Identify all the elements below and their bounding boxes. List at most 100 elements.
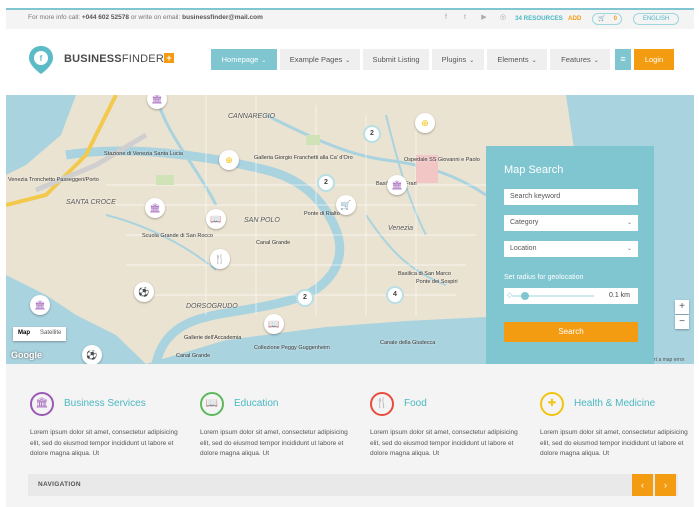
prev-arrow-button[interactable]: ‹ [632, 474, 653, 496]
medkit-icon: ✚ [540, 392, 564, 416]
map-label: Venezia [388, 225, 414, 232]
nav-example-pages[interactable]: Example Pages ⌄ [280, 49, 360, 70]
map-pin-business[interactable]: 🏛 [30, 295, 50, 315]
map-pin-health[interactable]: ⊕ [219, 150, 239, 170]
nav-submit-listing[interactable]: Submit Listing [363, 49, 429, 70]
map-label: Ospedale SS Giovanni e Paolo [404, 157, 480, 163]
chevron-down-icon: ⌄ [469, 58, 475, 64]
cutlery-icon: 🍴 [370, 392, 394, 416]
map-label: CANNAREGIO [228, 113, 276, 120]
cart-icon: 🛒 [598, 16, 606, 22]
chevron-down-icon: ⌄ [345, 58, 351, 64]
next-arrow-button[interactable]: › [655, 474, 676, 496]
map-view[interactable]: Stazione di Venezia Santa Lucia Venezia … [6, 95, 694, 364]
nav-features[interactable]: Features ⌄ [550, 49, 610, 70]
nav-plugins[interactable]: Plugins ⌄ [432, 49, 484, 70]
map-cluster[interactable]: 2 [363, 125, 381, 143]
login-button[interactable]: Login [634, 49, 674, 70]
add-link[interactable]: ADD [568, 15, 581, 22]
map-pin-shopping[interactable]: 🛒 [336, 195, 356, 215]
map-label: Ponte dei Sospiri [416, 279, 458, 285]
category-title[interactable]: Business Services [64, 398, 146, 409]
map-label: Ponte di Rialto [304, 211, 340, 217]
map-cluster[interactable]: 2 [317, 174, 335, 192]
map-label: Stazione di Venezia Santa Lucia [104, 151, 183, 157]
map-pin-sports[interactable]: ⚽ [82, 345, 102, 364]
map-search-panel: Map Search Search keyword Category ⌄ Loc… [486, 146, 654, 364]
slider-handle[interactable] [521, 292, 529, 300]
contact-info: For more info call: +044 602 52578 or wr… [28, 14, 263, 21]
cart-button[interactable]: 🛒 0 [592, 13, 622, 25]
chevron-down-icon: ⌄ [626, 220, 632, 226]
phone-number: +044 602 52578 [81, 14, 130, 21]
map-label: SANTA CROCE [66, 199, 116, 206]
cart-count: 0 [613, 16, 617, 22]
language-selector[interactable]: ENGLISH [633, 13, 679, 25]
zoom-controls: + − [675, 300, 689, 330]
top-info-bar: For more info call: +044 602 52578 or wr… [6, 8, 694, 29]
map-label: Scuola Grande di San Rocco [142, 233, 213, 239]
map-type-satellite[interactable]: Satellite [35, 327, 66, 341]
logo-plus-icon: + [164, 53, 174, 63]
social-links: f t ▶ ◎ [442, 14, 507, 22]
hamburger-menu-icon[interactable]: ≡ [615, 49, 631, 70]
map-pin-education[interactable]: 📖 [264, 314, 284, 334]
map-label: Canal Grande [176, 353, 211, 359]
google-logo: Google [11, 350, 42, 360]
dribbble-icon[interactable]: ◎ [499, 14, 507, 22]
twitter-icon[interactable]: t [461, 14, 469, 22]
logo-pin-icon[interactable]: f [28, 45, 54, 75]
zoom-out-button[interactable]: − [675, 315, 689, 329]
chevron-down-icon: ⌄ [261, 58, 267, 64]
category-title[interactable]: Education [234, 398, 278, 409]
chevron-down-icon: ⌄ [626, 246, 632, 252]
map-pin-education[interactable]: 📖 [206, 209, 226, 229]
zoom-in-button[interactable]: + [675, 300, 689, 314]
map-pin-food[interactable]: 🍴 [210, 249, 230, 269]
category-select[interactable]: Category ⌄ [504, 215, 638, 231]
facebook-icon[interactable]: f [442, 14, 450, 22]
map-pin-business[interactable]: 🏛 [387, 175, 407, 195]
category-description: Lorem ipsum dolor sit amet, consectetur … [200, 429, 348, 457]
map-label: Basilica di San Marco [398, 271, 451, 277]
radius-slider[interactable]: ◇ 0.1 km [504, 288, 638, 304]
svg-text:f: f [40, 54, 43, 63]
radius-label: Set radius for geolocation [504, 274, 584, 281]
bank-icon: 🏛 [30, 392, 54, 416]
navigation-label: NAVIGATION [38, 481, 81, 488]
youtube-icon[interactable]: ▶ [480, 14, 488, 22]
map-label: Canal Grande [256, 240, 291, 246]
map-label: Gallerie dell'Accademia [184, 335, 242, 341]
navigation-bar: NAVIGATION ‹ › [28, 474, 678, 496]
map-cluster[interactable]: 4 [386, 286, 404, 304]
category-description: Lorem ipsum dolor sit amet, consectetur … [540, 429, 688, 457]
location-select[interactable]: Location ⌄ [504, 241, 638, 257]
map-pin-health[interactable]: ⊕ [415, 113, 435, 133]
map-cluster[interactable]: 2 [296, 289, 314, 307]
category-title[interactable]: Health & Medicine [574, 398, 655, 409]
category-description: Lorem ipsum dolor sit amet, consectetur … [30, 429, 178, 457]
search-button[interactable]: Search [504, 322, 638, 342]
map-pin-business[interactable]: 🏛 [145, 198, 165, 218]
report-map-error-link[interactable]: rt a map error [654, 357, 684, 363]
resources-link[interactable]: 34 RESOURCES [515, 15, 563, 22]
map-search-title: Map Search [504, 164, 564, 176]
chevron-down-icon: ⌄ [531, 58, 537, 64]
category-title[interactable]: Food [404, 398, 427, 409]
email-link[interactable]: businessfinder@mail.com [182, 14, 263, 21]
search-keyword-input[interactable]: Search keyword [504, 189, 638, 205]
map-label: Collezione Peggy Guggenheim [254, 345, 330, 351]
chevron-down-icon: ⌄ [593, 58, 599, 64]
map-type-toggle: Map Satellite [13, 327, 67, 341]
categories-section: 🏛 Business Services Lorem ipsum dolor si… [6, 364, 694, 507]
map-pin-sports[interactable]: ⚽ [134, 282, 154, 302]
nav-elements[interactable]: Elements ⌄ [487, 49, 547, 70]
map-label: DORSOGRUDO [186, 303, 238, 310]
nav-homepage[interactable]: Homepage ⌄ [211, 49, 277, 70]
map-label: Venezia Tronchetto Passeggeri/Porto [8, 177, 99, 183]
site-header: f BUSINESSFINDER + Homepage ⌄ Example Pag… [6, 29, 694, 95]
map-type-map[interactable]: Map [13, 327, 35, 341]
logo-text[interactable]: BUSINESSFINDER [64, 53, 164, 65]
map-label: SAN POLO [244, 217, 280, 224]
radius-value: 0.1 km [608, 292, 630, 299]
